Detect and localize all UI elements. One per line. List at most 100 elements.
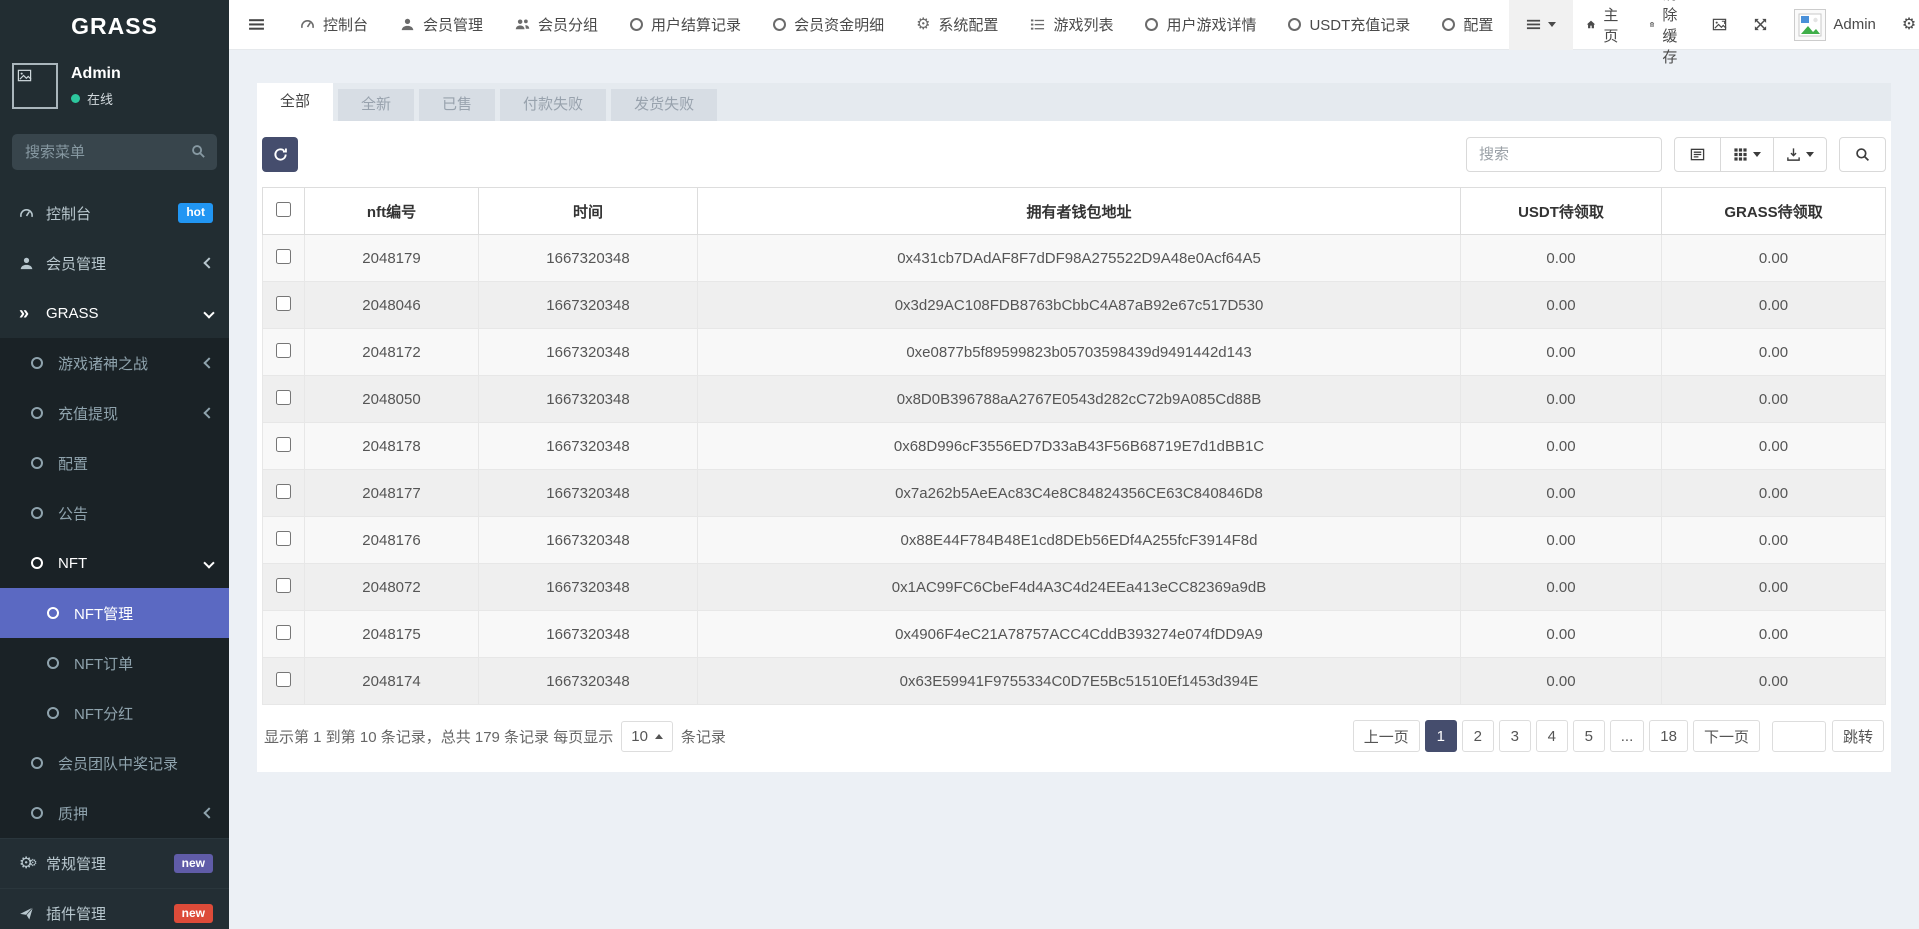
sidebar-item-nft-manage[interactable]: NFT管理 — [0, 588, 229, 638]
search-button[interactable] — [1839, 137, 1886, 172]
tab-sold[interactable]: 已售 — [419, 89, 496, 121]
page-button-3[interactable]: 3 — [1498, 720, 1531, 752]
nav-list-dropdown[interactable] — [1509, 0, 1574, 50]
navbar-user[interactable]: Admin — [1781, 0, 1889, 50]
cell-usdt: 0.00 — [1460, 657, 1662, 705]
nav-item-console[interactable]: 控制台 — [284, 0, 384, 50]
tab-all[interactable]: 全部 — [257, 83, 334, 121]
sidebar-item-config[interactable]: 配置 — [0, 438, 229, 488]
nav-item-member-mgmt[interactable]: 会员管理 — [384, 0, 499, 50]
nav-item-member-group[interactable]: 会员分组 — [499, 0, 614, 50]
row-checkbox[interactable] — [276, 530, 291, 546]
summary-suffix: 条记录 — [680, 728, 726, 746]
nav-fullscreen-button[interactable] — [1740, 0, 1781, 50]
refresh-button[interactable] — [262, 137, 298, 172]
table-row: 2048176 1667320348 0x88E44F784B48E1cd8DEb5… — [262, 516, 1886, 564]
tab-ship-failed[interactable]: 发货失败 — [611, 89, 718, 121]
nav-home[interactable]: 主页 — [1573, 0, 1636, 50]
nav-item-usdt-recharge-log[interactable]: USDT充值记录 — [1272, 0, 1426, 50]
cell-grass: 0.00 — [1661, 657, 1886, 705]
sidebar: GRASS Admin 在线 控制台hot会员管理»GRASS游戏诸神之战充值提… — [0, 0, 229, 929]
sidebar-item-grass[interactable]: » GRASS — [0, 288, 229, 338]
row-checkbox[interactable] — [276, 248, 291, 264]
sidebar-toggle-button[interactable] — [229, 0, 284, 50]
tab-pay-failed[interactable]: 付款失败 — [500, 89, 607, 121]
page-button-18[interactable]: 18 — [1649, 720, 1688, 752]
circle-icon — [31, 507, 43, 519]
row-checkbox[interactable] — [276, 436, 291, 452]
cell-time: 1667320348 — [478, 328, 698, 376]
columns-button[interactable] — [1720, 137, 1774, 172]
sidebar-item-pledge[interactable]: 质押 — [0, 788, 229, 838]
column-header-4: GRASS待领取 — [1661, 187, 1886, 235]
trash-icon — [1650, 22, 1655, 28]
page-button-5[interactable]: 5 — [1572, 720, 1605, 752]
row-checkbox[interactable] — [276, 295, 291, 311]
page-button-2[interactable]: 2 — [1461, 720, 1494, 752]
cell-time: 1667320348 — [478, 234, 698, 282]
sidebar-item-general-mgmt[interactable]: ⚙ ⚙ 常规管理 new — [0, 838, 229, 888]
cell-nft-id: 2048177 — [304, 469, 479, 517]
nav-item-user-game-detail[interactable]: 用户游戏详情 — [1129, 0, 1272, 50]
row-checkbox[interactable] — [276, 624, 291, 640]
circle-icon — [31, 457, 43, 469]
page-button-1[interactable]: 1 — [1424, 720, 1457, 752]
sidebar-item-plugin-mgmt[interactable]: 插件管理 new — [0, 888, 229, 929]
page-button-4[interactable]: 4 — [1535, 720, 1568, 752]
online-dot-icon — [71, 93, 80, 103]
hot-badge: hot — [178, 203, 213, 223]
sidebar-item-nft[interactable]: NFT — [0, 538, 229, 588]
sidebar-search-input[interactable] — [12, 134, 217, 170]
row-checkbox[interactable] — [276, 483, 291, 499]
jump-page-input[interactable] — [1771, 720, 1826, 752]
search-icon[interactable] — [191, 144, 206, 159]
table-row: 2048179 1667320348 0x431cb7DAdAF8F7dDF98A2… — [262, 234, 1886, 282]
cell-grass: 0.00 — [1661, 516, 1886, 564]
row-checkbox[interactable] — [276, 671, 291, 687]
nav-item-game-list[interactable]: 游戏列表 — [1014, 0, 1129, 50]
nav-image-button[interactable] — [1699, 0, 1740, 50]
sidebar-item-member-mgmt[interactable]: 会员管理 — [0, 238, 229, 288]
export-button[interactable] — [1773, 137, 1827, 172]
sidebar-item-console[interactable]: 控制台 hot — [0, 188, 229, 238]
sidebar-item-notice[interactable]: 公告 — [0, 488, 229, 538]
nav-clear-cache[interactable]: 清除缓存 — [1636, 0, 1699, 66]
page-ellipsis[interactable]: ... — [1609, 720, 1645, 752]
sidebar-item-nft-dividend[interactable]: NFT分红 — [0, 688, 229, 738]
nav-item-user-settle-log[interactable]: 用户结算记录 — [614, 0, 757, 50]
select-all-cell — [262, 187, 305, 235]
select-all-checkbox[interactable] — [276, 201, 291, 217]
sidebar-item-nft-order[interactable]: NFT订单 — [0, 638, 229, 688]
status-tabs: 全部 全新 已售 付款失败 发货失败 — [257, 83, 1891, 121]
sidebar-item-recharge-withdraw[interactable]: 充值提现 — [0, 388, 229, 438]
table-search-input[interactable] — [1466, 137, 1662, 172]
circle-icon — [47, 657, 59, 669]
jump-button[interactable]: 跳转 — [1831, 720, 1884, 752]
tab-new[interactable]: 全新 — [338, 89, 415, 121]
user-icon — [401, 18, 414, 31]
nav-item-member-fund-detail[interactable]: 会员资金明细 — [757, 0, 900, 50]
detail-view-button[interactable] — [1674, 137, 1721, 172]
chevron-down-icon — [203, 557, 215, 569]
sidebar-item-team-prize-log[interactable]: 会员团队中奖记录 — [0, 738, 229, 788]
cell-nft-id: 2048072 — [304, 563, 479, 611]
circle-icon — [1288, 18, 1302, 31]
row-checkbox[interactable] — [276, 342, 291, 358]
prev-page-button[interactable]: 上一页 — [1352, 720, 1420, 752]
chevron-up-icon — [654, 733, 663, 739]
nav-item-system-config[interactable]: ⚙ 系统配置 — [900, 0, 1014, 50]
row-checkbox[interactable] — [276, 577, 291, 593]
nav-item-config[interactable]: 配置 — [1426, 0, 1509, 50]
sidebar-search — [12, 134, 217, 170]
cell-nft-id: 2048176 — [304, 516, 479, 564]
top-navbar: 控制台 会员管理 会员分组 用户结算记录 会员资金明细 ⚙ 系统配置 游戏列表 用户游戏详情 US… — [229, 0, 1919, 66]
cell-nft-id: 2048178 — [304, 422, 479, 470]
next-page-button[interactable]: 下一页 — [1692, 720, 1760, 752]
page-size-dropdown[interactable]: 10 — [621, 720, 673, 752]
nav-settings-button[interactable]: ⚙⚙ — [1889, 0, 1919, 50]
circle-icon — [1145, 18, 1159, 31]
sidebar-item-game-gods-war[interactable]: 游戏诸神之战 — [0, 338, 229, 388]
row-checkbox[interactable] — [276, 389, 291, 405]
chevron-down-icon — [1753, 152, 1761, 157]
cell-wallet: 0x88E44F784B48E1cd8DEb56EDf4A255fcF3914F… — [697, 516, 1461, 564]
